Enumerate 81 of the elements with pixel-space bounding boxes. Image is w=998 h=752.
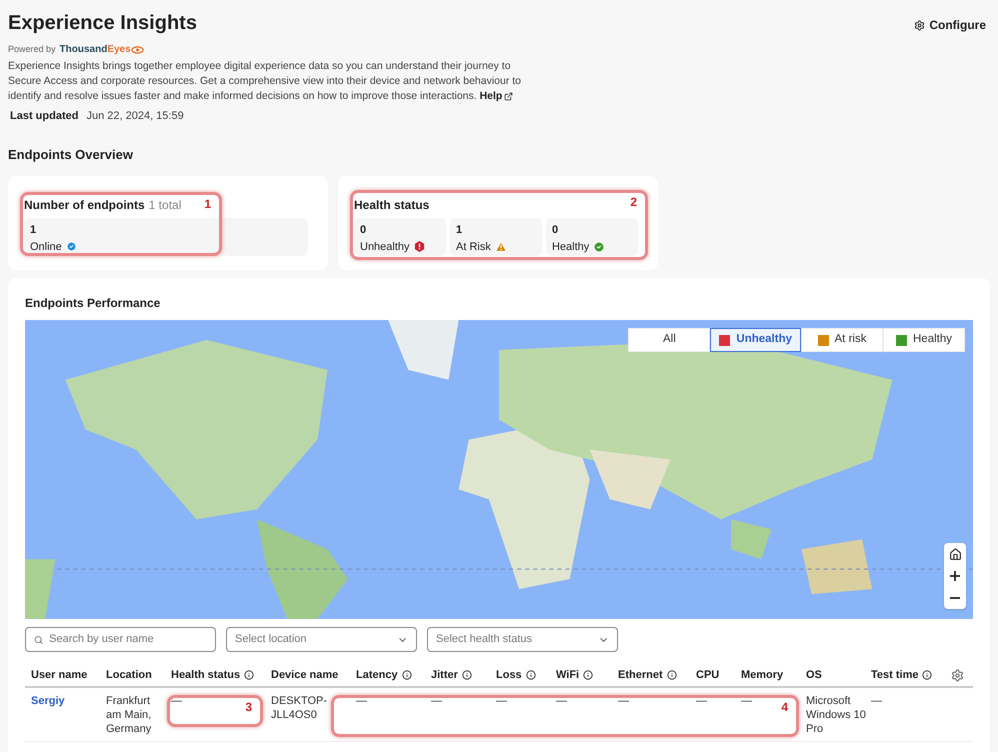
info-icon (666, 670, 677, 680)
annotation-number: 2 (630, 194, 637, 211)
stat-count: 1 (30, 223, 38, 238)
table-cell: — (356, 695, 367, 707)
legend-filter-tab[interactable]: At risk (801, 328, 883, 352)
configure-button[interactable]: Configure (914, 16, 986, 34)
error-hexagon-icon (414, 241, 425, 252)
column-header: Loss (496, 668, 522, 683)
select-dropdown[interactable]: Select location (226, 627, 417, 652)
column-header: Test time (871, 668, 918, 683)
page-title: Experience Insights (8, 11, 197, 36)
annotation-number: 3 (245, 699, 252, 716)
section-title: Endpoints Overview (8, 146, 134, 164)
powered-by-label: Powered by (8, 42, 56, 56)
info-icon (244, 670, 254, 680)
stat-label: At Risk (456, 240, 491, 254)
column-header: Jitter (431, 668, 458, 683)
card-title: Number of endpoints (24, 197, 145, 214)
brand-logo: ThousandEyes (60, 42, 144, 57)
world-map[interactable]: All Unhealthy At risk Healthy (25, 320, 973, 619)
legend-filter-tab[interactable]: Healthy (883, 328, 965, 352)
panel-title: Endpoints Performance (25, 295, 162, 312)
info-icon (526, 670, 536, 680)
annotation-number: 1 (204, 196, 211, 213)
table-cell: Microsoft Windows 10 Pro (806, 695, 866, 735)
table-cell: — (741, 695, 752, 707)
table-cell: — (871, 695, 882, 707)
table-cell: DESKTOP-JLL4OS0 (271, 695, 328, 721)
search-input[interactable]: Search by user name (49, 631, 207, 648)
settings-icon (914, 20, 926, 30)
legend-filter-tab[interactable]: All (628, 328, 710, 352)
info-icon (462, 670, 472, 680)
stat-count: 1 (456, 223, 464, 238)
last-updated-value: Jun 22, 2024, 15:59 (86, 109, 184, 124)
column-header: Latency (356, 668, 398, 683)
warning-icon (494, 240, 507, 253)
select-input[interactable]: Select health status (436, 631, 598, 648)
last-updated-label: Last updated (10, 109, 78, 124)
plus-icon (950, 571, 960, 581)
info-icon (402, 670, 412, 680)
check-badge-icon (66, 241, 77, 252)
description-text: Experience Insights brings together employee digital experience data so you can understand their journey to Secure Access and corporate resources. Get a comprehensive view into their device and network behaviour to identify and resolve issues faster and make informed decisions on how to improve those interactions. Help (8, 59, 522, 104)
column-header: Location (106, 668, 152, 683)
legend-filter-tab[interactable]: Unhealthy (710, 328, 801, 352)
column-header: Ethernet (618, 668, 663, 683)
column-header: User name (31, 668, 88, 683)
table-cell: — (496, 695, 507, 707)
search-field[interactable]: Search by user name (25, 627, 216, 652)
check-circle-icon (593, 240, 606, 253)
stat-label: Unhealthy (360, 240, 410, 254)
user-name-link[interactable]: Sergiy (31, 695, 65, 707)
eye-icon (130, 46, 144, 54)
external-link-icon (504, 92, 514, 101)
column-header: Device name (271, 668, 338, 683)
home-icon (948, 548, 962, 560)
annotation-number: 4 (781, 699, 788, 716)
total-count: 1 total (148, 197, 182, 214)
info-icon (922, 670, 932, 680)
search-icon (34, 634, 44, 644)
table-cell: — (556, 695, 567, 707)
select-input[interactable]: Select location (235, 631, 397, 648)
column-header: Memory (741, 668, 784, 683)
table-cell: — (431, 695, 442, 707)
stat-count: 0 (552, 223, 560, 238)
table-cell: — (618, 695, 629, 707)
column-header: Health status (171, 668, 240, 683)
settings-icon[interactable] (951, 668, 964, 682)
column-header: OS (806, 668, 822, 683)
column-header: WiFi (556, 668, 580, 683)
stat-count: 0 (360, 223, 368, 238)
table-cell: — (696, 695, 707, 707)
help-link[interactable]: Help (480, 89, 514, 104)
stat-label: Healthy (552, 240, 590, 254)
info-icon (583, 670, 594, 680)
table-cell: Frankfurt am Main, Germany (106, 695, 152, 735)
select-dropdown[interactable]: Select health status (427, 627, 618, 652)
card-title: Health status (354, 197, 430, 214)
stat-label: Online (30, 240, 62, 254)
minus-icon (950, 597, 960, 599)
column-header: CPU (696, 668, 720, 683)
table-cell: — (171, 695, 182, 707)
